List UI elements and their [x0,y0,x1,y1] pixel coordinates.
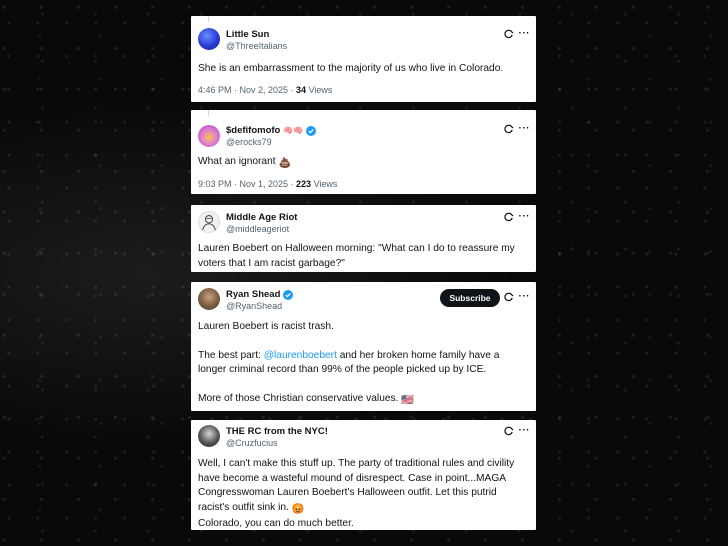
avatar[interactable] [198,288,220,310]
tweet-card[interactable]: Ryan Shead @RyanShead Subscribe ··· Laur… [191,282,536,411]
us-flag-emoji: 🇺🇸 [401,394,414,406]
thread-line [208,110,209,116]
tweet-card[interactable]: $defifomofo 🧠🧠 @erocks79 ··· What an ign… [191,110,536,194]
more-options-icon[interactable]: ··· [519,211,531,222]
thread-line [208,16,209,22]
angry-face-emoji: 😡 [291,503,305,515]
tweet-text: What an ignorant 💩 [198,155,526,172]
tweet-text: Lauren Boebert on Halloween morning: "Wh… [198,243,515,269]
poop-emoji: 💩 [278,158,292,169]
sketch-portrait-icon [202,215,216,231]
avatar[interactable] [198,28,220,50]
verified-badge-icon [306,125,317,136]
user-handle[interactable]: @ThreeItalians [226,41,287,51]
avatar[interactable] [198,211,220,233]
subscribe-button[interactable]: Subscribe [440,289,500,307]
user-handle[interactable]: @middleageriot [226,224,289,234]
tweet-paragraph: Lauren Boebert is racist trash. [198,321,334,332]
mention-link[interactable]: @laurenboebert [264,350,337,361]
display-name[interactable]: Little Sun [226,29,269,40]
tweet-text: Well, I can't make this stuff up. The pa… [198,458,515,529]
tweet-text: She is an embarrassment to the majority … [198,63,504,74]
tweet-card[interactable]: Middle Age Riot @middleageriot ··· Laure… [191,205,536,272]
grok-icon[interactable] [503,292,514,303]
more-options-icon[interactable]: ··· [519,123,531,134]
grok-icon[interactable] [503,426,514,437]
more-options-icon[interactable]: ··· [519,291,531,302]
display-name[interactable]: $defifomofo 🧠🧠 [226,125,317,136]
grok-icon[interactable] [503,124,514,135]
avatar[interactable] [198,125,220,147]
more-options-icon[interactable]: ··· [519,425,531,436]
user-handle[interactable]: @RyanShead [226,301,282,311]
user-handle[interactable]: @Cruzfucius [226,438,278,448]
tweet-meta: 4:46 PM · Nov 2, 2025 · 34 Views [198,85,333,95]
tweet-card[interactable]: THE RC from the NYC! @Cruzfucius ··· Wel… [191,420,536,530]
tweet-meta: 9:03 PM · Nov 1, 2025 · 223 Views [198,179,338,189]
display-name[interactable]: Middle Age Riot [226,212,297,223]
tweet-paragraph: The best part: @laurenboebert and her br… [198,349,500,376]
more-options-icon[interactable]: ··· [519,28,531,39]
tweet-card[interactable]: Little Sun @ThreeItalians ··· She is an … [191,16,536,102]
grok-icon[interactable] [503,212,514,223]
display-name[interactable]: Ryan Shead [226,289,294,300]
verified-badge-icon [283,289,294,300]
avatar[interactable] [198,425,220,447]
tweet-paragraph: More of those Christian conservative val… [198,392,526,409]
brain-emoji: 🧠🧠 [283,126,304,135]
grok-icon[interactable] [503,29,514,40]
tweet-text: Lauren Boebert is racist trash. The best… [198,320,526,408]
user-handle[interactable]: @erocks79 [226,137,272,147]
display-name[interactable]: THE RC from the NYC! [226,426,328,437]
